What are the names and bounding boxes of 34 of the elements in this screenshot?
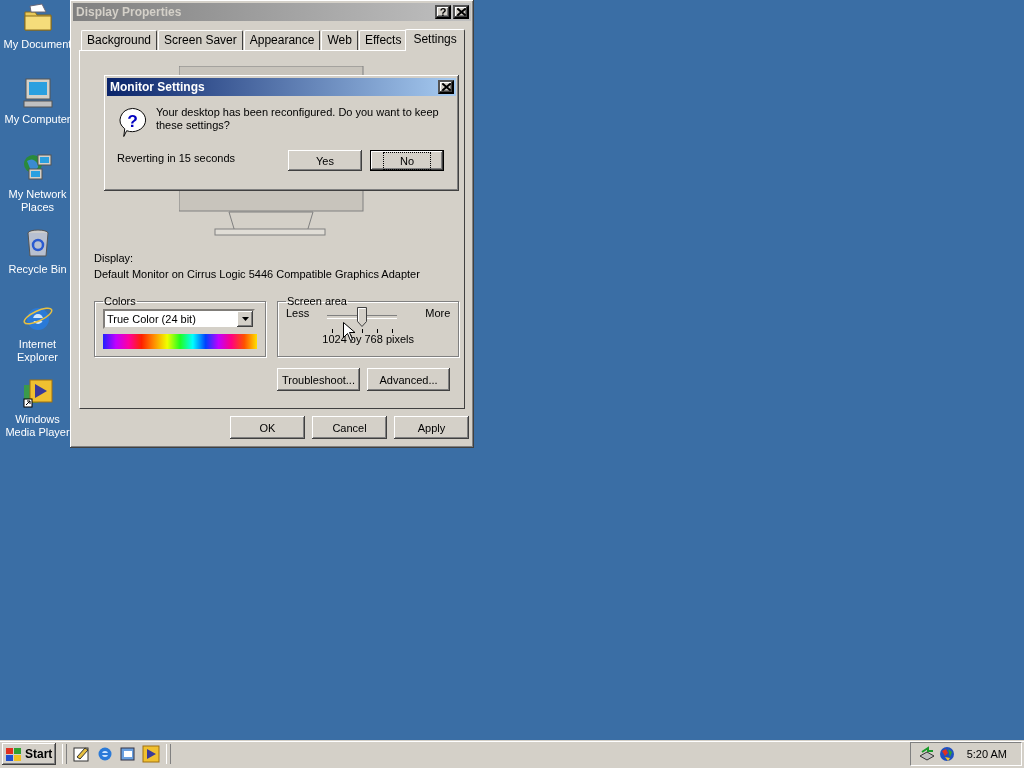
icon-label[interactable]: Windows Media Player bbox=[1, 413, 74, 439]
display-label: Display: bbox=[94, 251, 135, 266]
window-title: Display Properties bbox=[76, 5, 183, 19]
tab[interactable]: Effects bbox=[358, 30, 408, 50]
icon-label[interactable]: My Document bbox=[1, 38, 74, 51]
tab[interactable]: Screen Saver bbox=[158, 30, 243, 50]
dialog-title: Monitor Settings bbox=[110, 80, 206, 94]
icon-label[interactable]: My Computer bbox=[1, 113, 74, 126]
dialog-button[interactable]: No bbox=[370, 150, 444, 171]
tab[interactable]: Settings bbox=[405, 29, 465, 51]
group-label: Screen area bbox=[286, 295, 348, 307]
dialog-button[interactable]: Cancel bbox=[312, 416, 387, 439]
color-dropdown[interactable]: True Color (24 bit) bbox=[103, 309, 255, 329]
dialog-button[interactable]: Yes bbox=[288, 150, 362, 171]
tab[interactable]: Background bbox=[81, 30, 158, 50]
dialog-message: Your desktop has been reconfigured. Do you want to keep these settings? bbox=[155, 106, 440, 133]
less-label: Less bbox=[286, 307, 310, 319]
tab[interactable]: Appearance bbox=[243, 30, 321, 50]
icon-label[interactable]: Recycle Bin bbox=[1, 263, 74, 276]
icon-label[interactable]: Internet Explorer bbox=[1, 338, 74, 364]
dialog-button[interactable]: Apply bbox=[394, 416, 469, 439]
icon-label[interactable]: My Network Places bbox=[1, 188, 74, 214]
display-device: Default Monitor on Cirrus Logic 5446 Compatible Graphics Adapter bbox=[94, 267, 421, 282]
group-label: Colors bbox=[103, 295, 137, 307]
countdown-text: Reverting in 15 seconds bbox=[117, 151, 236, 164]
start-button[interactable]: Start bbox=[2, 743, 57, 765]
dialog-button[interactable]: OK bbox=[230, 416, 305, 439]
panel-button[interactable]: Troubleshoot... bbox=[277, 368, 360, 391]
help-button[interactable]: ? bbox=[435, 5, 451, 19]
question-icon: ? bbox=[117, 106, 148, 138]
more-label: More bbox=[425, 307, 451, 319]
clock: 5:20 AM bbox=[966, 748, 1007, 760]
panel-button[interactable]: Advanced... bbox=[367, 368, 450, 391]
tab[interactable]: Web bbox=[321, 30, 358, 50]
